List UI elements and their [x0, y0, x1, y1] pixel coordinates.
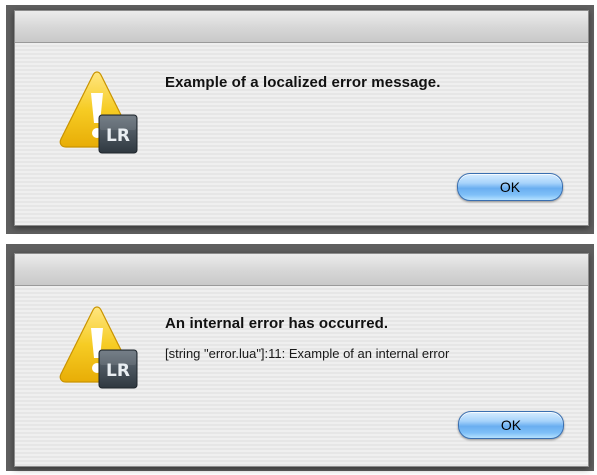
alert-dialog-localized: LR Example of a localized error message.…	[14, 10, 589, 226]
dialog-message: Example of a localized error message.	[165, 74, 441, 91]
screenshot-stage: LR Example of a localized error message.…	[0, 0, 597, 475]
ok-button[interactable]: OK	[458, 411, 564, 439]
lr-badge-label: LR	[106, 126, 130, 146]
lr-badge-label: LR	[106, 361, 130, 381]
dialog-titlebar[interactable]	[15, 254, 588, 286]
warning-lightroom-icon: LR	[55, 306, 139, 390]
dialog-titlebar[interactable]	[15, 11, 588, 43]
warning-lightroom-icon: LR	[55, 71, 139, 155]
dialog-detail-text: [string "error.lua"]:11: Example of an i…	[165, 346, 450, 361]
ok-button[interactable]: OK	[457, 173, 563, 201]
alert-dialog-internal-error: LR An internal error has occurred. [stri…	[14, 253, 589, 467]
dialog-message: An internal error has occurred.	[165, 315, 389, 332]
